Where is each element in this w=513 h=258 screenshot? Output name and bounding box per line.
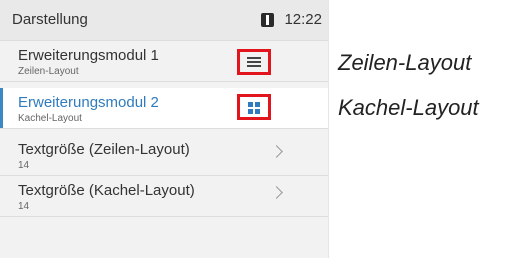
list-item-erweiterungsmodul-2[interactable]: Erweiterungsmodul 2 Kachel-Layout — [0, 88, 328, 129]
list-lines-icon — [247, 57, 261, 67]
item-subtitle: 14 — [18, 160, 30, 171]
device-screen: Darstellung 12:22 Erweiterungsmodul 1 Ze… — [0, 0, 329, 258]
selection-bar — [0, 88, 3, 128]
tile-grid-icon — [248, 102, 260, 114]
item-subtitle: 14 — [18, 201, 30, 212]
layout-highlight-box — [237, 49, 271, 75]
list-item-textgroesse-zeilen[interactable]: Textgröße (Zeilen-Layout) 14 — [0, 135, 328, 176]
chevron-right-icon — [270, 145, 283, 158]
item-title: Textgröße (Zeilen-Layout) — [18, 141, 190, 158]
chevron-right-icon — [270, 186, 283, 199]
list-item-erweiterungsmodul-1[interactable]: Erweiterungsmodul 1 Zeilen-Layout — [0, 41, 328, 82]
status-time: 12:22 — [284, 11, 322, 28]
item-title: Erweiterungsmodul 1 — [18, 47, 159, 64]
item-subtitle: Zeilen-Layout — [18, 66, 79, 77]
sd-card-icon — [261, 13, 274, 27]
header-bar: Darstellung 12:22 — [0, 0, 328, 41]
annotation-zeilen-layout: Zeilen-Layout — [338, 50, 472, 75]
page-title: Darstellung — [12, 11, 88, 28]
list-item-textgroesse-kachel[interactable]: Textgröße (Kachel-Layout) 14 — [0, 176, 328, 217]
item-title: Textgröße (Kachel-Layout) — [18, 182, 195, 199]
annotation-kachel-layout: Kachel-Layout — [338, 95, 479, 120]
item-subtitle: Kachel-Layout — [18, 113, 82, 124]
layout-highlight-box — [237, 94, 271, 120]
item-title: Erweiterungsmodul 2 — [18, 94, 159, 111]
